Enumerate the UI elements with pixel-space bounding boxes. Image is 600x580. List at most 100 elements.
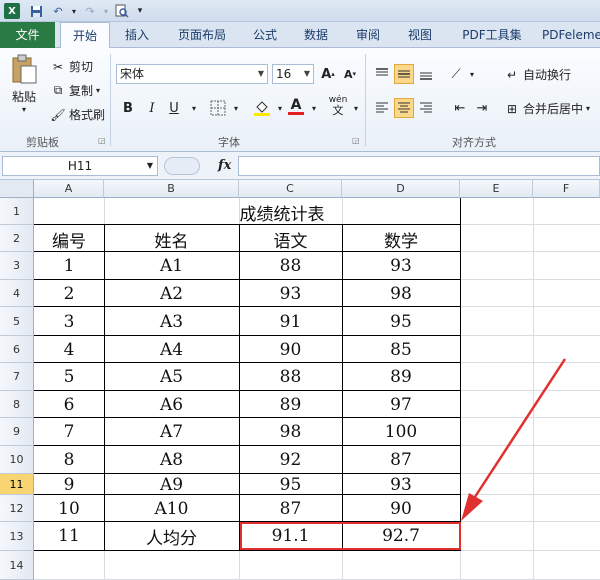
cell-chinese[interactable]: 95 [239, 474, 342, 495]
cell-chinese[interactable]: 91 [239, 307, 342, 336]
column-header-d[interactable]: D [342, 180, 460, 198]
phonetic-dropdown-icon[interactable]: ▾ [346, 98, 366, 118]
cell-id[interactable]: 10 [34, 495, 104, 522]
cell-id[interactable]: 7 [34, 418, 104, 446]
font-launcher-icon[interactable]: ◲ [352, 136, 360, 145]
row-header-6[interactable]: 6 [0, 336, 34, 363]
cell-id[interactable]: 2 [34, 280, 104, 307]
wrap-text-button[interactable]: ↵ 自动换行 [504, 66, 571, 83]
table-title[interactable]: 成绩统计表 [104, 199, 460, 225]
summary-label[interactable]: 人均分 [104, 523, 239, 549]
row-header-9[interactable]: 9 [0, 418, 34, 446]
cell-chinese[interactable]: 92 [239, 446, 342, 474]
cell-math[interactable]: 95 [342, 307, 460, 336]
cell-chinese[interactable]: 88 [239, 252, 342, 280]
row-header-2[interactable]: 2 [0, 225, 34, 252]
column-header-c[interactable]: C [239, 180, 342, 198]
paste-button[interactable]: 粘贴 ▾ [8, 54, 40, 128]
cell-id[interactable]: 6 [34, 391, 104, 418]
orientation-dropdown-icon[interactable]: ▾ [462, 64, 482, 84]
cell-name[interactable]: A5 [104, 363, 239, 391]
tab-pdfelement[interactable]: PDFeleme [542, 22, 600, 48]
cell-math[interactable]: 85 [342, 336, 460, 363]
increase-indent-button[interactable]: ⇥ [472, 98, 492, 118]
header-id[interactable]: 编号 [34, 226, 104, 252]
cell-name[interactable]: A1 [104, 252, 239, 280]
cell-name[interactable]: A3 [104, 307, 239, 336]
cell-chinese[interactable]: 93 [239, 280, 342, 307]
row-header-13[interactable]: 13 [0, 522, 34, 551]
copy-button[interactable]: ⧉ 复制 ▾ [50, 82, 100, 99]
tab-view[interactable]: 视图 [398, 22, 442, 48]
row-header-1[interactable]: 1 [0, 198, 34, 225]
header-math[interactable]: 数学 [342, 226, 460, 252]
font-name-select[interactable]: 宋体 ▼ [116, 64, 268, 84]
cell-id[interactable]: 3 [34, 307, 104, 336]
align-center-button[interactable] [394, 98, 414, 118]
shrink-font-button[interactable]: A ▾ [340, 64, 360, 84]
cell-math[interactable]: 90 [342, 495, 460, 522]
tab-data[interactable]: 数据 [296, 22, 336, 48]
column-header-b[interactable]: B [104, 180, 239, 198]
cell-name[interactable]: A4 [104, 336, 239, 363]
merge-center-button[interactable]: ⊞ 合并后居中 ▾ [504, 100, 590, 117]
cell-id[interactable]: 1 [34, 252, 104, 280]
undo-icon[interactable]: ↶ [50, 3, 66, 19]
cell-math[interactable]: 89 [342, 363, 460, 391]
header-chinese[interactable]: 语文 [239, 226, 342, 252]
tab-file[interactable]: 文件 [0, 22, 55, 48]
insert-function-icon[interactable]: fx [218, 158, 231, 173]
cut-button[interactable]: ✂ 剪切 [50, 58, 93, 75]
column-header-e[interactable]: E [460, 180, 533, 198]
cell-name[interactable]: A6 [104, 391, 239, 418]
decrease-indent-button[interactable]: ⇤ [450, 98, 470, 118]
cell-chinese[interactable]: 98 [239, 418, 342, 446]
row-header-8[interactable]: 8 [0, 391, 34, 418]
tab-review[interactable]: 审阅 [348, 22, 388, 48]
row-header-7[interactable]: 7 [0, 363, 34, 391]
cell-name[interactable]: A7 [104, 418, 239, 446]
cell-math[interactable]: 87 [342, 446, 460, 474]
cell-chinese[interactable]: 90 [239, 336, 342, 363]
cell-chinese[interactable]: 87 [239, 495, 342, 522]
font-size-select[interactable]: 16 ▼ [272, 64, 314, 84]
font-color-dropdown-icon[interactable]: ▾ [304, 98, 324, 118]
cell-id[interactable]: 4 [34, 336, 104, 363]
clipboard-launcher-icon[interactable]: ◲ [98, 136, 106, 145]
tab-formulas[interactable]: 公式 [246, 22, 284, 48]
phonetic-guide-button[interactable]: wén 文 [328, 96, 348, 117]
cell-math[interactable]: 93 [342, 474, 460, 495]
cell-math[interactable]: 100 [342, 418, 460, 446]
row-header-10[interactable]: 10 [0, 446, 34, 474]
cell-chinese[interactable]: 88 [239, 363, 342, 391]
cell-id[interactable]: 9 [34, 474, 104, 495]
format-painter-button[interactable]: 🖌 格式刷 [50, 106, 105, 123]
row-header-14[interactable]: 14 [0, 551, 34, 580]
tab-page-layout[interactable]: 页面布局 [170, 22, 234, 48]
redo-dropdown-icon[interactable]: ▾ [98, 3, 114, 19]
row-header-11[interactable]: 11 [0, 474, 34, 495]
formula-input[interactable] [238, 156, 600, 176]
grow-font-button[interactable]: A ▴ [318, 64, 338, 84]
tab-pdf-tools[interactable]: PDF工具集 [452, 22, 532, 48]
save-icon[interactable] [28, 3, 44, 19]
column-header-a[interactable]: A [34, 180, 104, 198]
tab-home[interactable]: 开始 [60, 22, 110, 49]
cell-id[interactable]: 5 [34, 363, 104, 391]
cell-chinese[interactable]: 89 [239, 391, 342, 418]
underline-button[interactable]: U [164, 98, 184, 118]
cell-name[interactable]: A8 [104, 446, 239, 474]
fill-color-button[interactable] [252, 98, 272, 118]
align-left-button[interactable] [372, 98, 392, 118]
summary-id[interactable]: 11 [34, 523, 104, 549]
font-color-button[interactable]: A [286, 96, 306, 116]
bold-button[interactable]: B [118, 98, 138, 118]
formula-bar-resize-handle[interactable] [164, 157, 200, 175]
cell-math[interactable]: 97 [342, 391, 460, 418]
customize-toolbar-icon[interactable]: ▾ [132, 3, 148, 19]
cell-math[interactable]: 98 [342, 280, 460, 307]
redo-icon[interactable]: ↷ [82, 3, 98, 19]
align-middle-button[interactable] [394, 64, 414, 84]
underline-dropdown-icon[interactable]: ▾ [184, 98, 204, 118]
cell-name[interactable]: A2 [104, 280, 239, 307]
